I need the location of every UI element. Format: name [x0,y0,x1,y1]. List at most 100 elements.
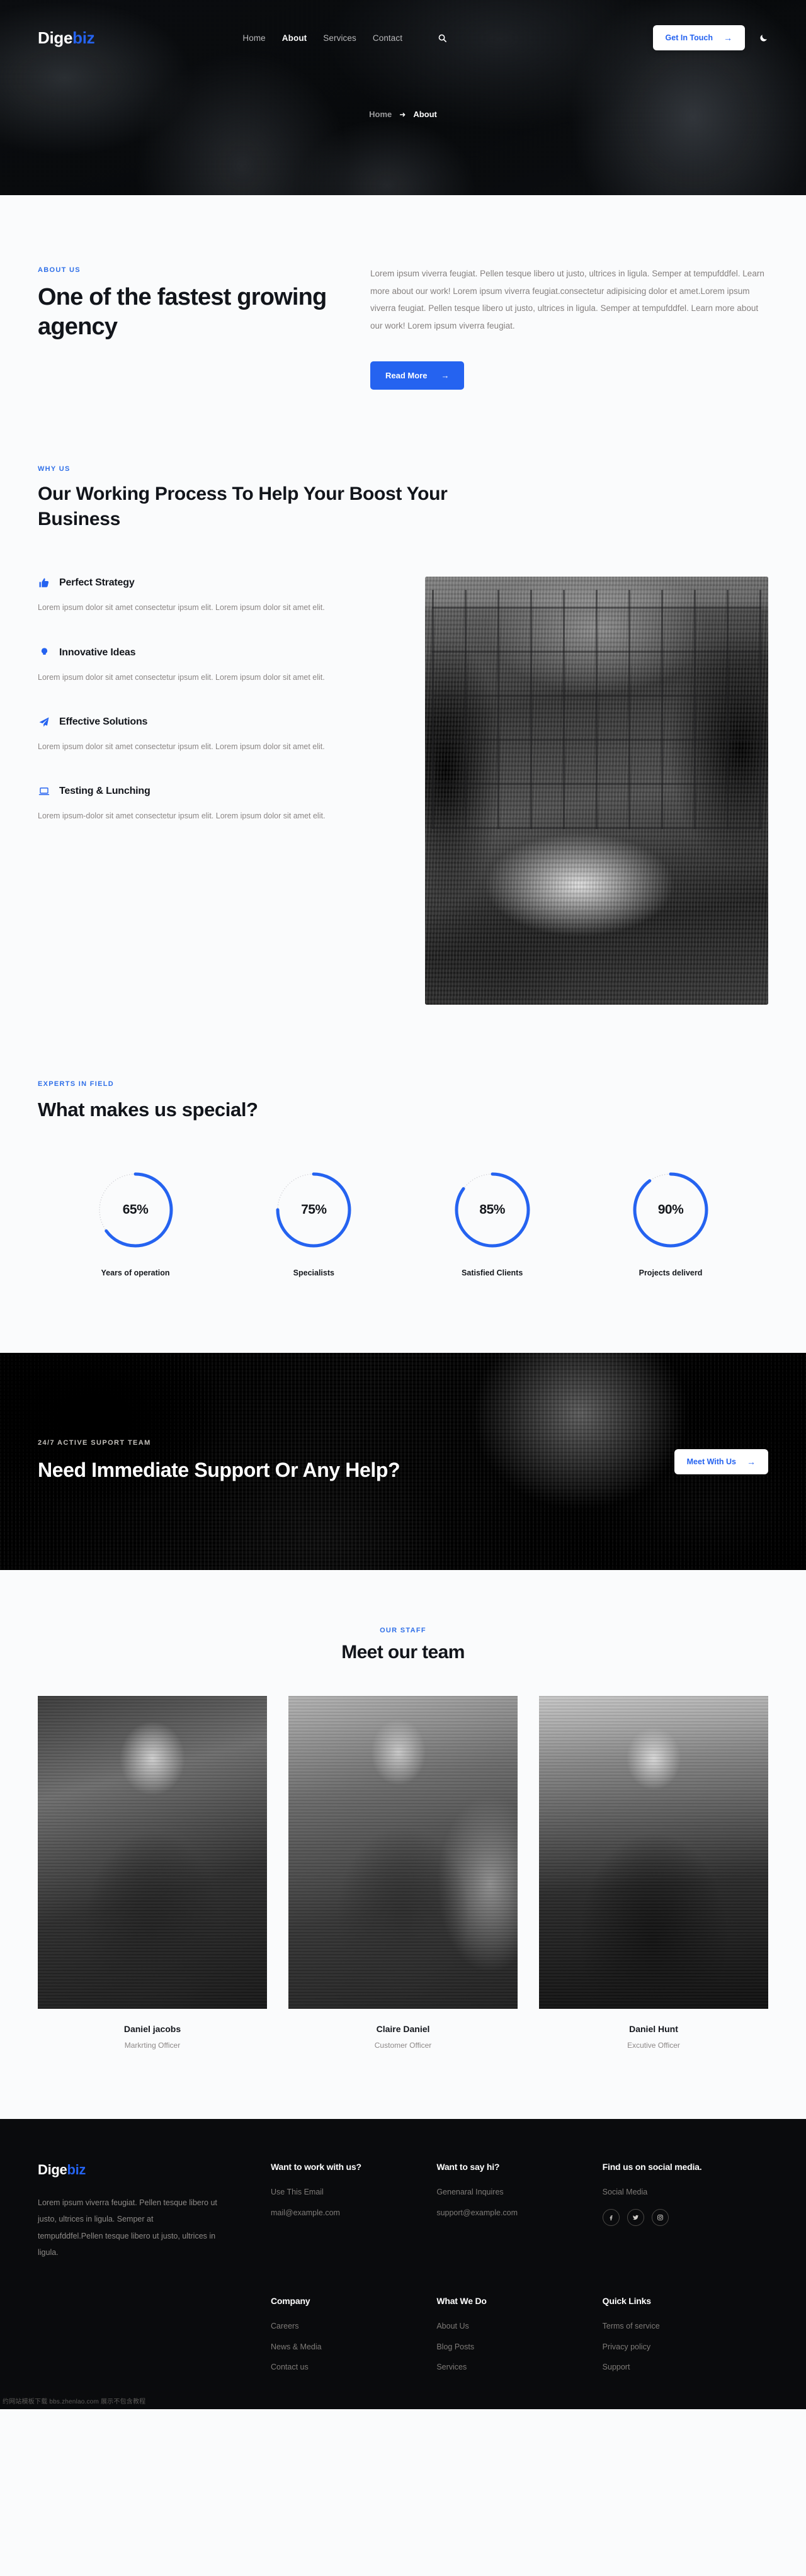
footer-link[interactable]: Privacy policy [603,2343,768,2351]
feature-text: Lorem ipsum-dolor sit amet consectetur i… [38,811,326,821]
feature-title: Innovative Ideas [59,647,136,658]
stat-value: 65% [122,1202,149,1217]
instagram-icon[interactable] [651,2208,669,2226]
footer-link-email[interactable]: support@example.com [436,2209,602,2217]
stats-heading-block: EXPERTS IN FIELD What makes us special? [38,1080,768,1124]
member-role: Customer Officer [374,2041,432,2050]
top-navbar: Digebiz Home About Services Contact Get … [0,0,806,76]
about-section: ABOUT US One of the fastest growing agen… [0,195,806,390]
stat-label: Specialists [293,1268,334,1278]
main-nav: Home About Services Contact [242,33,447,43]
footer-column-heading: Quick Links [602,2296,651,2307]
feature-title: Testing & Lunching [59,786,150,797]
footer-column-heading: Find us on social media. [602,2162,702,2172]
feature-title: Effective Solutions [59,716,148,727]
feature-text: Lorem ipsum dolor sit amet consectetur i… [38,603,325,613]
feature-item: Testing & Lunching Lorem ipsum-dolor sit… [38,785,387,824]
team-meeting-photo [425,577,768,1005]
footer-column-heading: What We Do [436,2296,487,2307]
feature-item: Innovative Ideas Lorem ipsum dolor sit a… [38,647,387,686]
about-left-column: ABOUT US One of the fastest growing agen… [38,261,334,342]
footer-link-email[interactable]: mail@example.com [271,2209,436,2217]
cta-text-block: 24/7 ACTIVE SUPORT TEAM Need Immediate S… [38,1439,400,1484]
stat-label: Projects deliverd [639,1268,703,1278]
stat-item: 75% Specialists [235,1170,392,1277]
nav-item-contact[interactable]: Contact [373,33,402,43]
paper-plane-icon [38,716,50,728]
why-title: Our Working Process To Help Your Boost Y… [38,483,448,530]
footer-logo[interactable]: Digebiz [38,2162,271,2178]
footer-link[interactable]: Services [436,2363,602,2371]
footer-link[interactable]: Blog Posts [436,2343,602,2351]
footer-column-company: Company Careers News & Media Contact us [271,2296,436,2384]
arrow-right-icon: → [441,370,450,380]
footer-brand: Digebiz Lorem ipsum viverra feugiat. Pel… [38,2162,271,2261]
cta-eyebrow: 24/7 ACTIVE SUPORT TEAM [38,1438,151,1447]
site-logo[interactable]: Digebiz [38,28,95,48]
why-us-section: WHY US Our Working Process To Help Your … [0,390,806,1005]
moon-icon[interactable] [759,33,768,43]
feature-list: Perfect Strategy Lorem ipsum dolor sit a… [38,577,387,824]
breadcrumb-home[interactable]: Home [369,110,392,119]
footer-link[interactable]: Careers [271,2322,436,2330]
team-member-card[interactable]: Claire Daniel Customer Officer [288,1696,518,2050]
breadcrumb-current: About [413,110,437,119]
stat-item: 90% Projects deliverd [592,1170,749,1277]
read-more-label: Read More [385,370,428,380]
stats-title: What makes us special? [38,1099,258,1121]
arrow-right-icon: ➜ [399,110,406,119]
footer-column-heading: Want to say hi? [436,2162,500,2172]
progress-ring: 75% [274,1170,353,1250]
footer-link[interactable]: Use This Email [271,2188,436,2196]
twitter-icon[interactable] [627,2208,644,2226]
footer-link[interactable]: Contact us [271,2363,436,2371]
nav-item-services[interactable]: Services [323,33,356,43]
footer-link[interactable]: Support [603,2363,768,2371]
member-role: Excutive Officer [627,2041,680,2050]
team-member-card[interactable]: Daniel jacobs Markrting Officer [38,1696,267,2050]
about-eyebrow: ABOUT US [38,266,81,274]
stat-label: Years of operation [101,1268,170,1278]
read-more-button[interactable]: Read More → [370,361,465,390]
footer-column-what-we-do: What We Do About Us Blog Posts Services [436,2296,602,2384]
lightbulb-icon [38,647,50,659]
get-in-touch-button[interactable]: Get In Touch → [652,25,745,50]
footer-column-work-with-us: Want to work with us? Use This Email mai… [271,2162,436,2261]
progress-ring: 90% [631,1170,710,1250]
nav-item-home[interactable]: Home [242,33,265,43]
stats-eyebrow: EXPERTS IN FIELD [38,1080,115,1088]
logo-text-main: Dige [38,28,73,47]
stat-label: Satisfied Clients [462,1268,523,1278]
search-icon[interactable] [438,33,447,43]
social-links [602,2208,768,2226]
team-member-card[interactable]: Daniel Hunt Excutive Officer [539,1696,768,2050]
stat-value: 90% [657,1202,684,1217]
get-in-touch-label: Get In Touch [665,33,713,42]
stats-section: EXPERTS IN FIELD What makes us special? … [0,1005,806,1277]
member-photo [539,1696,768,2009]
about-title: One of the fastest growing agency [38,284,327,341]
footer-column-heading: Want to work with us? [271,2162,361,2172]
footer-column-heading: Company [271,2296,310,2307]
facebook-icon[interactable] [602,2208,620,2226]
footer-link[interactable]: Social Media [603,2188,768,2196]
arrow-right-icon: → [747,1456,756,1467]
hero-section: Digebiz Home About Services Contact Get … [0,0,806,195]
meet-with-us-button[interactable]: Meet With Us → [674,1449,768,1474]
footer-logo-accent: biz [67,2162,86,2178]
feature-text: Lorem ipsum dolor sit amet consectetur i… [38,672,325,682]
nav-item-about[interactable]: About [282,33,307,43]
meet-with-us-label: Meet With Us [686,1457,736,1466]
footer-link[interactable]: Terms of service [603,2322,768,2330]
footer-link[interactable]: Genenaral Inquires [436,2188,602,2196]
member-photo [38,1696,267,2009]
arrow-right-icon: → [724,33,732,43]
progress-ring: 85% [453,1170,532,1250]
footer-link[interactable]: News & Media [271,2343,436,2351]
footer-column-social: Find us on social media. Social Media [602,2162,768,2261]
support-cta-banner: 24/7 ACTIVE SUPORT TEAM Need Immediate S… [0,1353,806,1571]
why-eyebrow: WHY US [38,465,71,473]
footer-logo-main: Dige [38,2162,67,2178]
footer-link[interactable]: About Us [436,2322,602,2330]
laptop-icon [38,785,50,798]
